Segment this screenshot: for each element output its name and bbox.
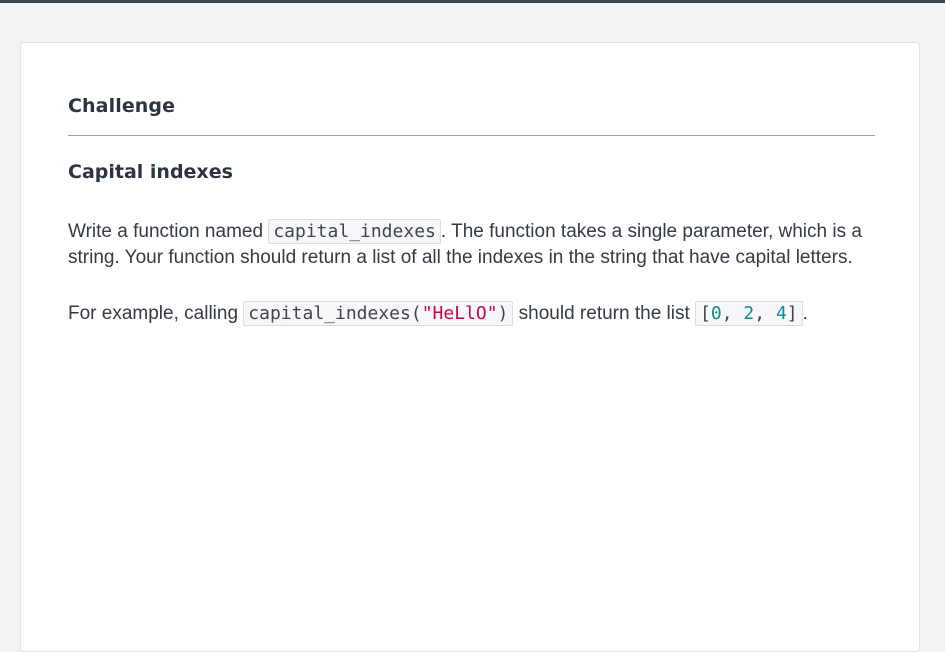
example-paragraph: For example, calling capital_indexes("He…: [68, 301, 875, 327]
description-paragraph: Write a function named capital_indexes. …: [68, 219, 875, 271]
result-list-code: [0, 2, 4]: [695, 301, 803, 326]
challenge-card: Challenge Capital indexes Write a functi…: [20, 42, 920, 652]
call-function: capital_indexes(: [248, 303, 422, 324]
card-title: Challenge: [68, 95, 176, 117]
list-separator-2: ,: [754, 303, 776, 324]
list-open-bracket: [: [700, 303, 711, 324]
top-border: [0, 0, 945, 3]
call-string-arg: "HeLlO": [421, 303, 498, 324]
example-text-mid: should return the list: [513, 303, 696, 324]
list-separator-1: ,: [721, 303, 744, 324]
description-text-pre: Write a function named: [68, 221, 269, 242]
list-number-4: 4: [775, 303, 787, 324]
list-number-2: 2: [743, 303, 755, 324]
title-divider: [68, 135, 875, 136]
list-close-bracket: ]: [786, 303, 798, 324]
call-close-paren: ): [497, 303, 509, 324]
list-number-0: 0: [710, 303, 722, 324]
function-name-code: capital_indexes: [268, 219, 441, 244]
example-text-post: .: [802, 303, 808, 324]
section-title: Capital indexes: [68, 161, 233, 183]
example-text-pre: For example, calling: [68, 303, 244, 324]
example-call-code: capital_indexes("HeLlO"): [243, 301, 514, 326]
